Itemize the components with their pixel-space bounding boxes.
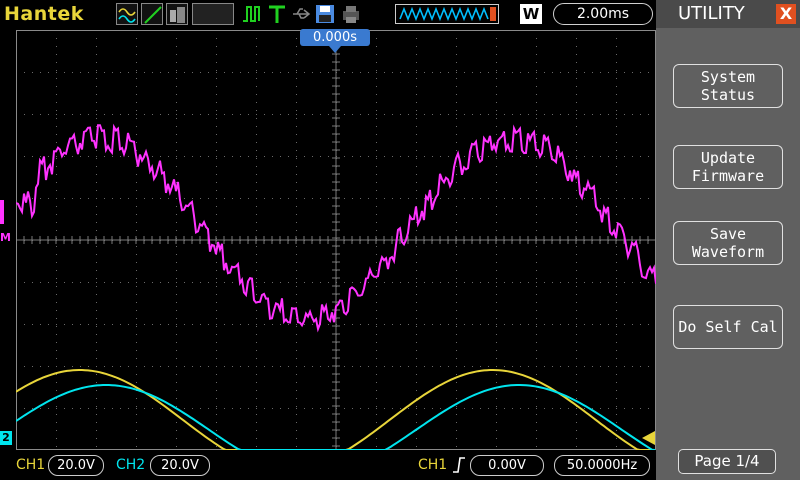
math-offset-bar xyxy=(0,200,4,224)
save-disk-icon[interactable] xyxy=(314,3,336,25)
trigger-position-label[interactable]: 0.000s xyxy=(300,29,370,46)
vectors-mode-icon[interactable] xyxy=(141,3,163,25)
do-self-cal-button[interactable]: Do Self Cal xyxy=(673,305,783,349)
close-icon[interactable]: X xyxy=(776,4,796,24)
top-status-bar: Hantek W 2.00ms xyxy=(0,0,656,30)
display-waveform-icon[interactable] xyxy=(116,3,138,25)
usb-icon xyxy=(290,3,312,25)
utility-menu-panel: UTILITY X System Status Update Firmware … xyxy=(656,0,800,480)
waveform-display xyxy=(16,30,656,450)
persistence-icon[interactable] xyxy=(166,3,188,25)
ch2-trace xyxy=(16,384,656,450)
trigger-source-label: CH1 xyxy=(418,457,448,473)
blank-slot-icon xyxy=(192,3,234,25)
trigger-pulse-icon[interactable] xyxy=(241,3,263,25)
update-firmware-button[interactable]: Update Firmware xyxy=(673,145,783,189)
button-label-line2: Firmware xyxy=(691,167,765,185)
button-label-line1: Do Self Cal xyxy=(678,318,778,336)
acquire-mode-badge: W xyxy=(520,4,542,24)
button-label-line2: Waveform xyxy=(691,243,765,261)
system-status-button[interactable]: System Status xyxy=(673,64,783,108)
button-label-line2: Status xyxy=(700,86,756,104)
trigger-level-marker xyxy=(642,431,655,445)
waveform-traces xyxy=(16,123,656,450)
memory-depth-indicator xyxy=(395,4,499,24)
brand-logo: Hantek xyxy=(4,3,84,25)
ch2-marker: 2 xyxy=(0,431,12,445)
ch1-trace xyxy=(16,369,655,450)
trigger-level-readout[interactable]: 0.00V xyxy=(470,455,544,476)
ch2-label: CH2 xyxy=(116,457,146,473)
timebase-readout[interactable]: 2.00ms xyxy=(553,3,653,25)
ch1-volts-div[interactable]: 20.0V xyxy=(48,455,104,476)
button-label-line1: Save xyxy=(709,225,747,243)
trigger-position-marker xyxy=(329,46,341,53)
rising-edge-icon xyxy=(452,456,466,478)
bottom-status-bar: CH1 20.0V CH2 20.0V CH1 0.00V 50.0000Hz xyxy=(0,450,656,480)
math-marker: M xyxy=(0,231,11,244)
ch2-volts-div[interactable]: 20.0V xyxy=(150,455,210,476)
trigger-frequency-readout: 50.0000Hz xyxy=(554,455,650,476)
button-label-line1: System xyxy=(700,68,756,86)
printer-icon[interactable] xyxy=(340,3,362,25)
math-trace xyxy=(16,123,656,333)
save-waveform-button[interactable]: Save Waveform xyxy=(673,221,783,265)
trigger-t-icon[interactable] xyxy=(266,3,288,25)
button-label-line1: Update xyxy=(700,149,756,167)
ch1-label: CH1 xyxy=(16,457,46,473)
page-indicator-button[interactable]: Page 1/4 xyxy=(678,449,776,474)
